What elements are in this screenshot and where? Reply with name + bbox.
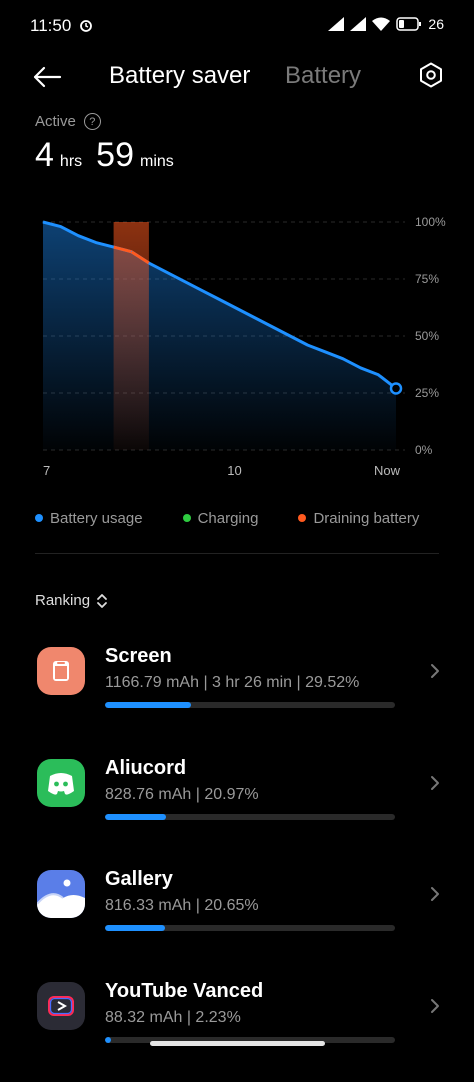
chart-legend: Battery usage Charging Draining battery xyxy=(35,506,455,530)
data-point xyxy=(148,262,150,264)
signal-icon-2 xyxy=(350,17,367,31)
y-tick-label: 25% xyxy=(415,386,439,400)
data-point xyxy=(130,251,132,253)
app-detail: 88.32 mAh | 2.23% xyxy=(105,1009,241,1026)
data-point xyxy=(307,344,309,346)
app-name: Aliucord xyxy=(105,757,187,779)
data-point xyxy=(183,280,185,282)
usage-bar xyxy=(105,814,395,820)
data-point xyxy=(95,242,97,244)
data-point xyxy=(324,351,326,353)
help-icon[interactable]: ? xyxy=(83,113,101,130)
data-point xyxy=(77,235,79,237)
app-detail: 1166.79 mAh | 3 hr 26 min | 29.52% xyxy=(105,674,360,691)
usage-bar-fill xyxy=(105,814,166,820)
hours-value: 4 xyxy=(35,136,54,174)
usage-bar-fill xyxy=(105,1037,112,1043)
x-tick-label: Now xyxy=(374,463,401,478)
tab-battery[interactable]: Battery xyxy=(285,62,361,90)
alarm-icon xyxy=(80,20,92,32)
wifi-icon xyxy=(372,17,391,31)
battery-usage-area xyxy=(43,222,396,450)
app-row-screen[interactable]: Screen 1166.79 mAh | 3 hr 26 min | 29.52… xyxy=(0,645,474,747)
battery-chart: 100% 75% 50% 25% 0% 7 10 Now xyxy=(42,215,446,478)
battery-percent: 26 xyxy=(428,16,444,32)
divider xyxy=(35,553,439,554)
ranking-label: Ranking xyxy=(35,592,91,609)
home-indicator[interactable] xyxy=(150,1041,325,1046)
legend-dot-battery-usage xyxy=(35,514,43,522)
y-tick-label: 50% xyxy=(415,329,439,343)
y-tick-label: 0% xyxy=(415,443,433,457)
legend-item-charging: Charging xyxy=(182,506,258,530)
usage-bar xyxy=(105,702,395,708)
aliucord-icon xyxy=(37,759,85,807)
usage-bar xyxy=(105,925,395,931)
screen-icon xyxy=(37,647,85,695)
chevron-right-icon xyxy=(431,887,439,901)
ranking-sort-button[interactable]: Ranking xyxy=(35,592,108,609)
y-tick-label: 100% xyxy=(415,215,446,229)
app-name: Screen xyxy=(105,645,172,667)
app-row-aliucord[interactable]: Aliucord 828.76 mAh | 20.97% xyxy=(0,757,474,859)
active-label: Active ? xyxy=(35,113,101,130)
usage-bar-fill xyxy=(105,702,191,708)
data-point xyxy=(254,317,256,319)
app-row-gallery[interactable]: Gallery 816.33 mAh | 20.65% xyxy=(0,868,474,970)
chevron-right-icon xyxy=(431,776,439,790)
data-point xyxy=(113,246,115,248)
legend-dot-charging xyxy=(182,514,191,522)
tab-battery-saver[interactable]: Battery saver xyxy=(109,62,250,90)
legend-item-battery-usage: Battery usage xyxy=(35,506,143,530)
chevron-right-icon xyxy=(431,999,439,1013)
data-point xyxy=(42,221,44,223)
data-point xyxy=(219,299,220,301)
legend-dot-draining xyxy=(298,514,307,522)
app-name: YouTube Vanced xyxy=(105,980,264,1002)
minutes-unit: mins xyxy=(139,153,174,170)
data-point xyxy=(360,367,362,369)
chevron-right-icon xyxy=(431,664,439,678)
status-time: 11:50 xyxy=(30,16,93,36)
legend-item-draining: Draining battery xyxy=(298,506,419,530)
back-arrow-icon[interactable] xyxy=(32,66,62,88)
battery-icon xyxy=(396,17,422,31)
sort-chevrons-icon xyxy=(97,593,107,608)
app-detail: 816.33 mAh | 20.65% xyxy=(105,897,259,914)
data-point xyxy=(289,335,291,337)
active-duration: 4 hrs 59 mins xyxy=(35,136,182,175)
signal-icon xyxy=(328,17,345,31)
data-point xyxy=(166,271,168,273)
data-point xyxy=(377,374,379,376)
header: Battery saver Battery xyxy=(0,52,474,102)
data-point xyxy=(60,226,62,228)
active-label-text: Active xyxy=(35,113,76,130)
hours-unit: hrs xyxy=(59,153,83,170)
status-bar: 11:50 26 xyxy=(0,0,474,52)
app-row-youtube-vanced[interactable]: YouTube Vanced 88.32 mAh | 2.23% xyxy=(0,980,474,1082)
data-point xyxy=(201,289,203,291)
usage-bar-fill xyxy=(105,925,165,931)
app-name: Gallery xyxy=(105,868,173,890)
draining-band xyxy=(113,222,149,450)
data-point xyxy=(271,326,273,328)
settings-icon[interactable] xyxy=(418,62,444,88)
y-tick-label: 75% xyxy=(415,272,439,286)
x-tick-label: 7 xyxy=(43,463,50,478)
app-detail: 828.76 mAh | 20.97% xyxy=(105,786,259,803)
status-icons: 26 xyxy=(328,16,444,32)
youtube-vanced-icon xyxy=(37,982,85,1030)
gallery-icon xyxy=(37,870,85,918)
data-point xyxy=(342,358,344,360)
current-point-marker xyxy=(389,382,403,395)
x-tick-label: 10 xyxy=(227,463,241,478)
minutes-value: 59 xyxy=(96,136,134,174)
data-point xyxy=(236,308,238,310)
